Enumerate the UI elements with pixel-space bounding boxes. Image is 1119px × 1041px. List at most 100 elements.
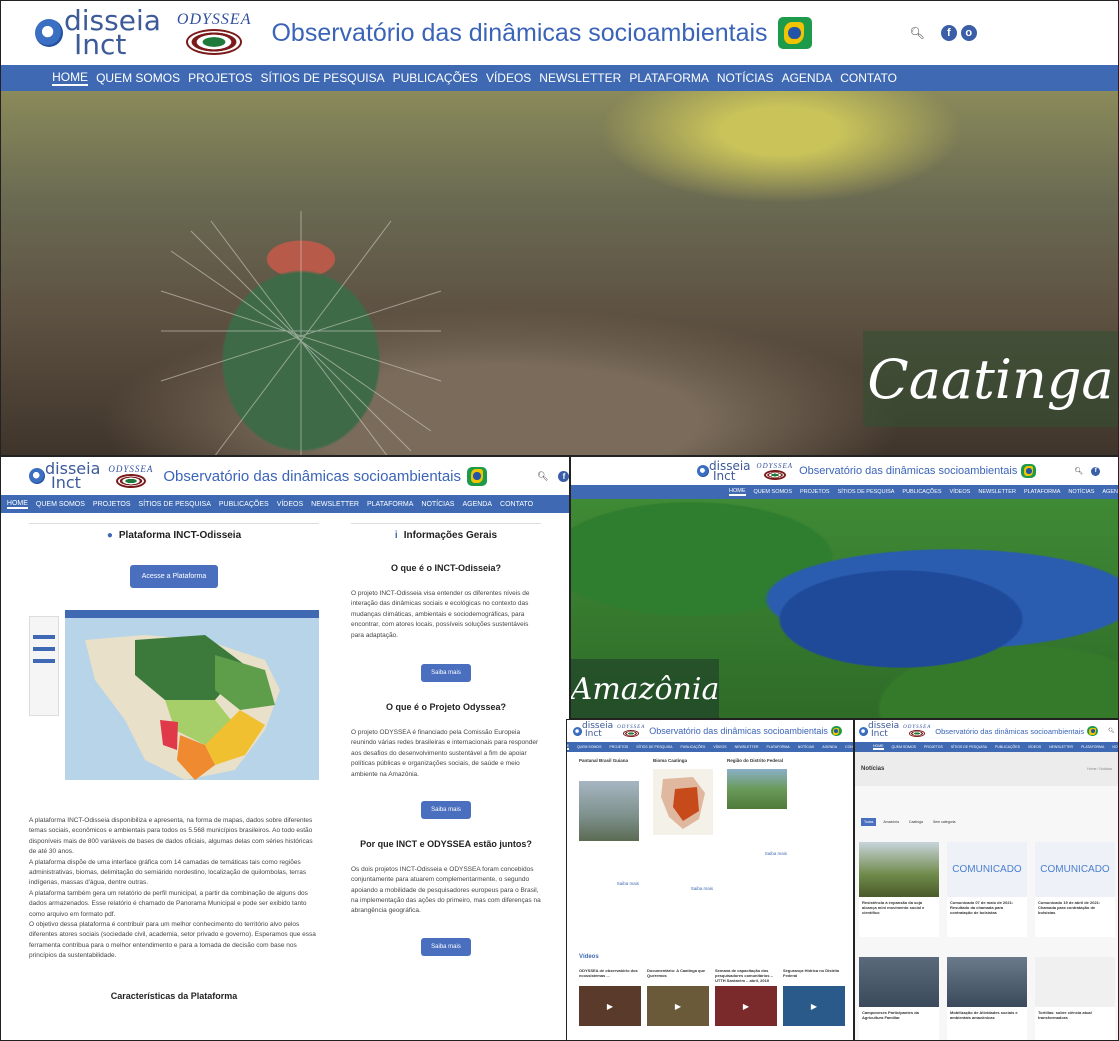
nav-plataforma[interactable]: PLATAFORMA [767, 745, 790, 749]
search-icon[interactable]: 🔍︎ [1074, 467, 1083, 475]
odisseia-logo[interactable]: disseia Inct [29, 461, 100, 490]
news-card[interactable]: Mobilização de Atividades sociais e ambi… [947, 957, 1027, 1040]
facebook-icon[interactable]: f [1091, 466, 1101, 476]
search-icon[interactable]: 🔍︎ [537, 471, 548, 482]
nav-projetos[interactable]: PROJETOS [93, 501, 131, 508]
nav-videos[interactable]: VÍDEOS [950, 489, 971, 495]
search-icon[interactable]: 🔍︎ [910, 26, 925, 40]
nav-agenda[interactable]: AGENDA [462, 501, 492, 508]
nav-newsletter[interactable]: NEWSLETTER [1049, 745, 1073, 749]
site-col-link[interactable]: Saiba mais [579, 881, 639, 886]
site-col-df[interactable]: Região do Distrito Federal Saiba mais [727, 758, 787, 891]
nav-noticias[interactable]: NOTÍCIAS [717, 71, 774, 85]
nav-quem-somos[interactable]: QUEM SOMOS [577, 745, 602, 749]
nav-newsletter[interactable]: NEWSLETTER [735, 745, 759, 749]
nav-noticias[interactable]: NOTÍCIAS [1068, 489, 1094, 495]
nav-sitios[interactable]: SÍTIOS DE PESQUISA [838, 489, 895, 495]
platform-map-preview[interactable] [29, 610, 319, 780]
site-col-pantanal[interactable]: Pantanal Brasil Guiana Saiba mais [579, 758, 639, 891]
nav-plataforma[interactable]: PLATAFORMA [1024, 489, 1060, 495]
brazil-map-icon [467, 466, 488, 486]
nav-contato[interactable]: CONTATO [845, 745, 853, 749]
facebook-icon[interactable]: f [940, 25, 957, 41]
more-button-3[interactable]: Saiba mais [421, 937, 471, 956]
site-col-caatinga[interactable]: Bioma Caatinga Saiba mais [653, 758, 713, 891]
access-platform-button[interactable]: Acesse a Plataforma [129, 565, 219, 588]
news-breadcrumb[interactable]: Home / Notícias [1087, 767, 1112, 771]
video-item[interactable]: Segurança Hídrica no Distrito Federal ▶ [783, 968, 845, 1026]
nav-videos[interactable]: VÍDEOS [713, 745, 726, 749]
odyssea-logo[interactable]: ODYSSEA [903, 725, 931, 737]
social-icon[interactable]: o [960, 25, 977, 41]
nav-noticias[interactable]: NOTÍCIAS [421, 501, 454, 508]
nav-contato[interactable]: CONTATO [500, 501, 533, 508]
nav-home[interactable]: HOME [729, 488, 746, 496]
nav-agenda[interactable]: AGENDA [782, 71, 833, 85]
odyssea-logo[interactable]: ODYSSEA [617, 725, 645, 737]
nav-sitios[interactable]: SÍTIOS DE PESQUISA [951, 745, 987, 749]
more-button-1[interactable]: Saiba mais [421, 663, 471, 682]
filter-all[interactable]: Todas [861, 818, 877, 826]
odyssea-logo[interactable]: ODYSSEA [757, 462, 794, 480]
nav-contato[interactable]: CONTATO [840, 71, 897, 85]
news-card[interactable]: COMUNICADO Comunicado 19 de abril de 202… [1035, 842, 1115, 937]
nav-videos[interactable]: VÍDEOS [277, 501, 303, 508]
brazil-map-icon [1021, 464, 1037, 478]
news-card[interactable]: Resistência à expansão da soja alcança m… [859, 842, 939, 937]
odyssea-logo[interactable]: ODYSSEA [108, 464, 153, 488]
odisseia-logo[interactable]: disseia Inct [35, 7, 161, 58]
nav-quem-somos[interactable]: QUEM SOMOS [96, 71, 180, 85]
filter-uncategorized[interactable]: Sem categoria [930, 818, 959, 826]
nav-home[interactable]: HOME [6, 500, 28, 509]
nav-newsletter[interactable]: NEWSLETTER [311, 501, 359, 508]
nav-videos[interactable]: VÍDEOS [486, 71, 531, 85]
nav-agenda[interactable]: AGENDA [822, 745, 837, 749]
nav-home[interactable]: HOME [52, 70, 89, 86]
nav-home[interactable]: HOME [567, 744, 569, 750]
odisseia-logo-icon [573, 726, 582, 736]
nav-publicacoes[interactable]: PUBLICAÇÕES [680, 745, 705, 749]
nav-plataforma[interactable]: PLATAFORMA [367, 501, 413, 508]
site-col-link[interactable]: Saiba mais [653, 886, 713, 891]
nav-newsletter[interactable]: NEWSLETTER [539, 71, 621, 85]
nav-home[interactable]: HOME [873, 744, 884, 750]
filter-amazonia[interactable]: Amazônia [880, 818, 902, 826]
video-item[interactable]: ODYSSEA de observatório dos ecossistemas… [579, 968, 641, 1026]
nav-sitios[interactable]: SÍTIOS DE PESQUISA [636, 745, 672, 749]
site-col-link[interactable]: Saiba mais [727, 851, 787, 856]
nav-plataforma[interactable]: PLATAFORMA [1081, 745, 1104, 749]
nav-quem-somos[interactable]: QUEM SOMOS [36, 501, 85, 508]
odyssea-logo[interactable]: ODYSSEA [177, 11, 252, 55]
filter-caatinga[interactable]: Caatinga [906, 818, 926, 826]
nav-sitios[interactable]: SÍTIOS DE PESQUISA [139, 501, 211, 508]
nav-projetos[interactable]: PROJETOS [188, 71, 252, 85]
nav-newsletter[interactable]: NEWSLETTER [978, 489, 1016, 495]
nav-sitios[interactable]: SÍTIOS DE PESQUISA [261, 71, 385, 85]
odisseia-logo[interactable]: disseia Inct [859, 722, 899, 738]
nav-videos[interactable]: VÍDEOS [1028, 745, 1041, 749]
more-button-2[interactable]: Saiba mais [421, 800, 471, 819]
nav-noticias[interactable]: NOTÍCIAS [798, 745, 815, 749]
nav-plataforma[interactable]: PLATAFORMA [629, 71, 709, 85]
odisseia-logo[interactable]: disseia Inct [573, 722, 613, 738]
nav-agenda[interactable]: AGENDA [1102, 489, 1118, 495]
nav-projetos[interactable]: PROJETOS [609, 745, 628, 749]
nav-publicacoes[interactable]: PUBLICAÇÕES [219, 501, 269, 508]
news-card[interactable]: COMUNICADO Comunicado 07 de maio de 2021… [947, 842, 1027, 937]
news-card[interactable]: Camponeses Participantes da Agricultura … [859, 957, 939, 1040]
odyssea-word: ODYSSEA [176, 11, 252, 28]
search-icon[interactable]: 🔍︎ [1108, 728, 1114, 734]
nav-quem-somos[interactable]: QUEM SOMOS [754, 489, 793, 495]
nav-quem-somos[interactable]: QUEM SOMOS [892, 745, 917, 749]
news-card[interactable]: Tortillas: sobre ciência atual transform… [1035, 957, 1115, 1040]
nav-publicacoes[interactable]: PUBLICAÇÕES [902, 489, 941, 495]
nav-publicacoes[interactable]: PUBLICAÇÕES [393, 71, 478, 85]
facebook-icon[interactable]: f [558, 470, 569, 482]
nav-projetos[interactable]: PROJETOS [800, 489, 830, 495]
odisseia-logo[interactable]: disseia Inct [697, 460, 751, 482]
nav-noticias[interactable]: NOTÍCIAS [1112, 745, 1118, 749]
video-item[interactable]: Semana de capacitação dos pesquisadores … [715, 968, 777, 1026]
video-item[interactable]: Documentário: A Caatinga que Queremos ▶ [647, 968, 709, 1026]
nav-projetos[interactable]: PROJETOS [924, 745, 943, 749]
nav-publicacoes[interactable]: PUBLICAÇÕES [995, 745, 1020, 749]
